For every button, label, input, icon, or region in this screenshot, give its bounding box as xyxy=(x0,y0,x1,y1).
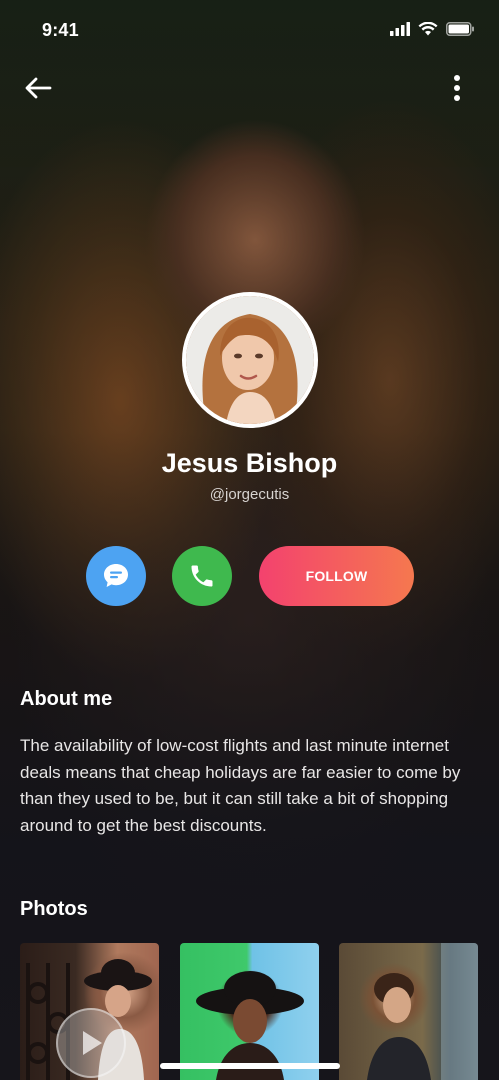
message-button[interactable] xyxy=(86,546,146,606)
home-indicator[interactable] xyxy=(160,1063,340,1069)
photo-2-image xyxy=(196,971,304,1080)
photo-thumbnail-2[interactable] xyxy=(180,943,319,1080)
more-vertical-icon xyxy=(454,75,460,101)
profile-name: Jesus Bishop xyxy=(161,448,338,478)
play-icon xyxy=(83,1031,102,1055)
wifi-icon xyxy=(418,22,438,36)
photo-thumbnail-3[interactable] xyxy=(339,943,478,1080)
signal-icon xyxy=(390,22,410,36)
profile-handle: @jorgecutis xyxy=(209,486,290,503)
back-button[interactable] xyxy=(20,70,56,106)
phone-icon xyxy=(191,565,213,587)
battery-icon xyxy=(446,22,474,36)
photos-title: Photos xyxy=(20,898,88,920)
play-button[interactable] xyxy=(56,1008,126,1078)
avatar[interactable] xyxy=(182,292,318,428)
about-title: About me xyxy=(20,688,113,710)
photo-3-image xyxy=(367,943,478,1080)
status-time: 9:41 xyxy=(42,20,79,40)
about-text: The availability of low-cost flights and… xyxy=(20,736,461,835)
call-button[interactable] xyxy=(172,546,232,606)
profile-screen: 9:41 Jesus Bishop @jorgecutis FOLLOW Abo… xyxy=(0,0,499,1080)
avatar-portrait xyxy=(186,296,314,424)
follow-button[interactable]: FOLLOW xyxy=(259,546,414,606)
arrow-left-icon xyxy=(25,77,52,99)
chat-bubble-icon xyxy=(104,564,128,587)
status-icons xyxy=(390,22,475,36)
more-options-button[interactable] xyxy=(439,70,475,106)
status-bar: 9:41 xyxy=(0,0,499,60)
